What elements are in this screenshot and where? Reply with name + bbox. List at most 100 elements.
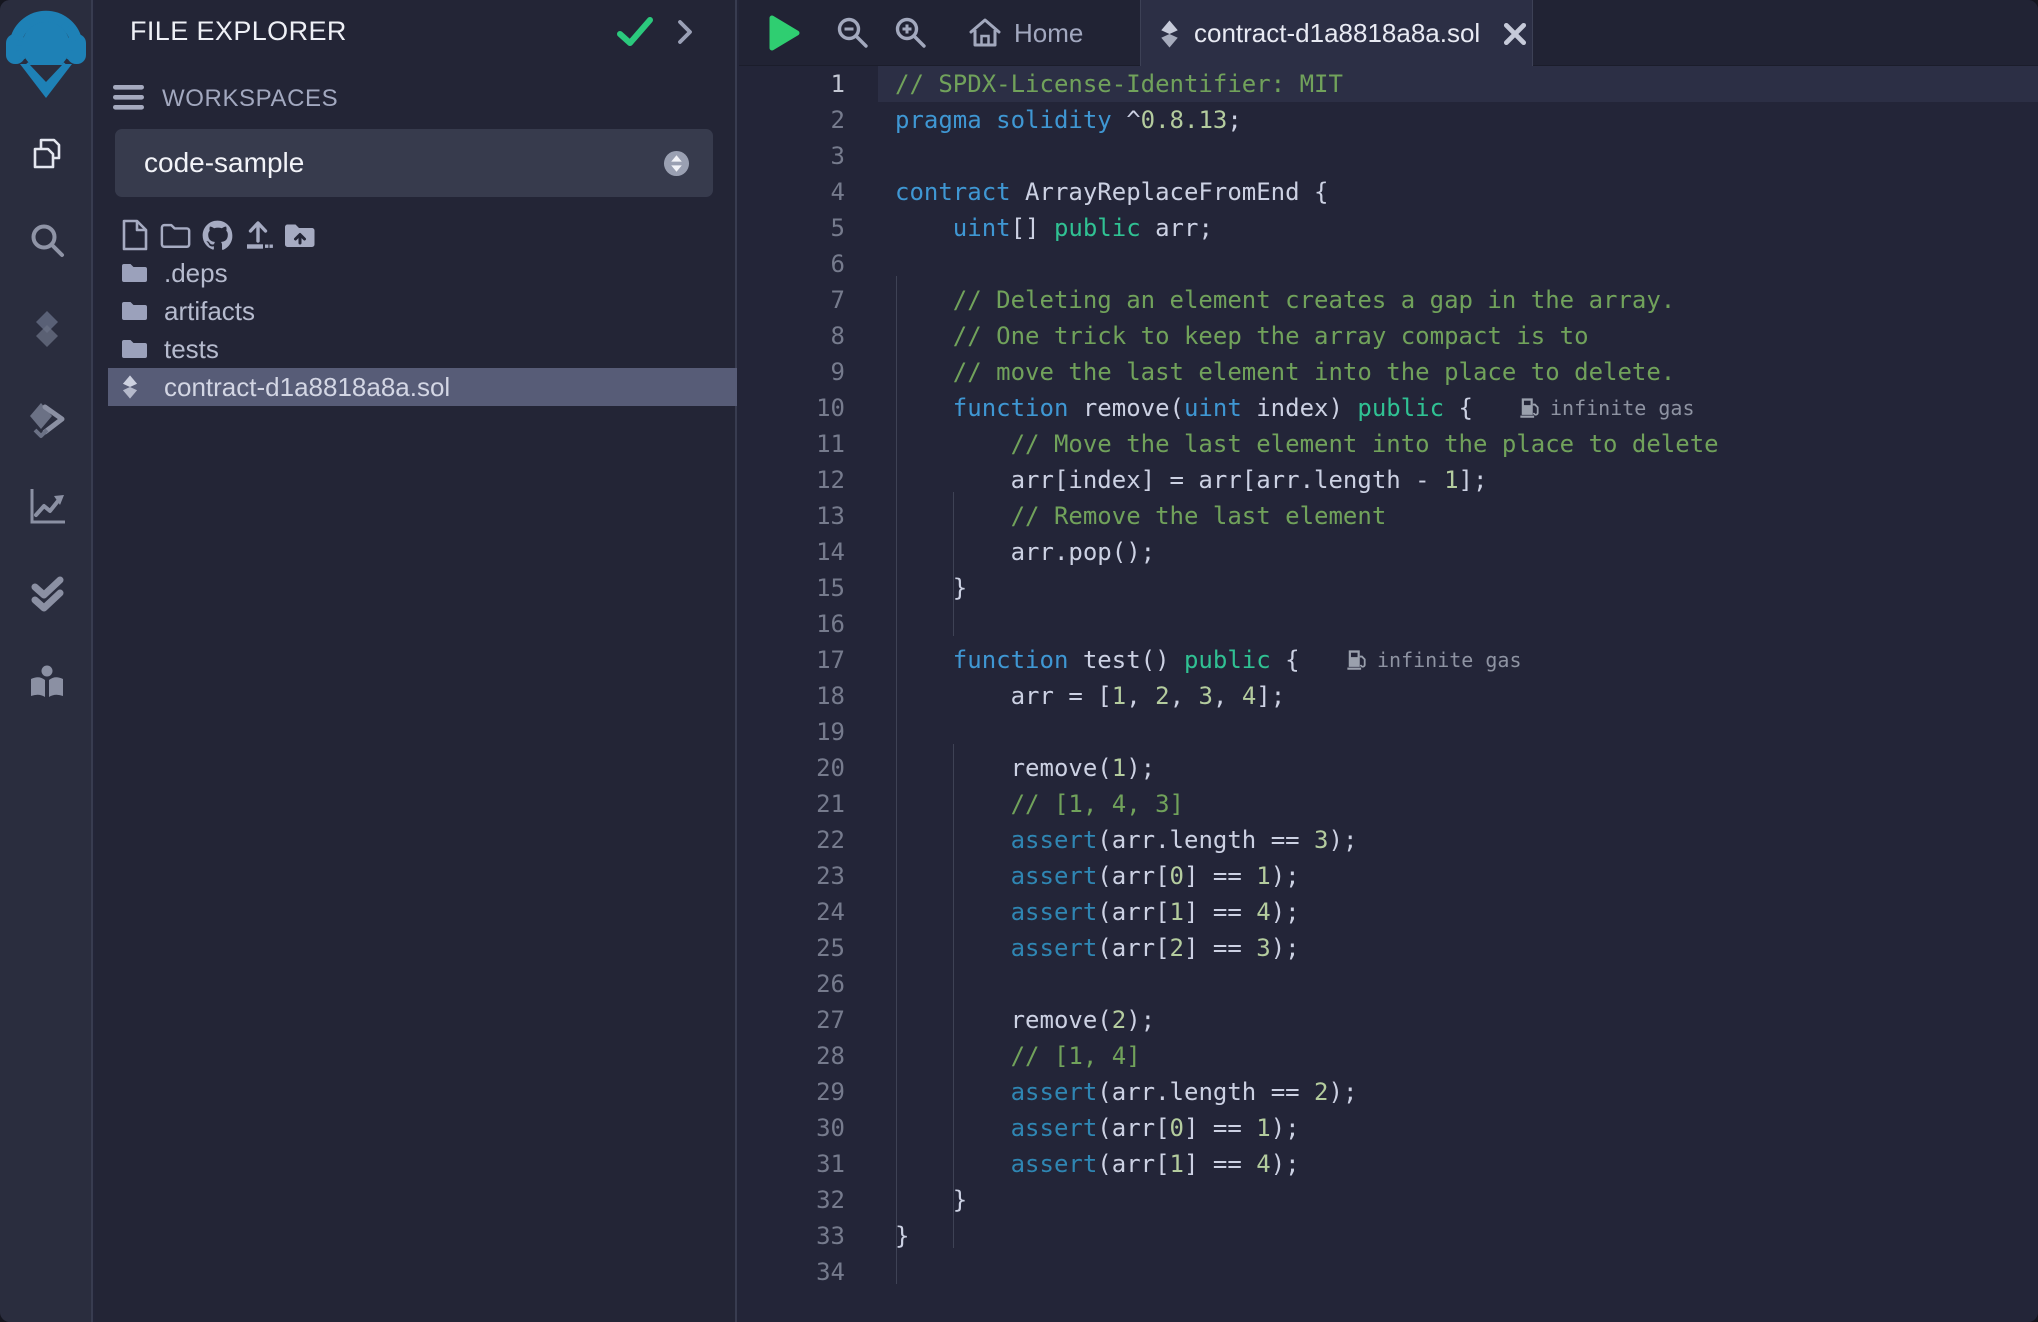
code-line[interactable]: } [895, 1218, 2038, 1254]
code-line[interactable] [895, 714, 2038, 750]
line-number: 22 [739, 822, 845, 858]
code-line[interactable]: uint[] public arr; [895, 210, 2038, 246]
code-line[interactable]: // [1, 4] [895, 1038, 2038, 1074]
line-number: 15 [739, 570, 845, 606]
code-line[interactable]: assert(arr[1] == 4); [895, 894, 2038, 930]
new-folder-icon[interactable] [160, 219, 192, 251]
code-line[interactable] [895, 966, 2038, 1002]
file-row[interactable]: contract-d1a8818a8a.sol [95, 368, 737, 406]
code-line[interactable]: // SPDX-License-Identifier: MIT [895, 66, 2038, 102]
search-icon [27, 222, 67, 262]
double-check-icon [27, 575, 67, 615]
line-number: 1 [739, 66, 845, 102]
icon-rail [0, 0, 93, 1322]
code-line[interactable]: // One trick to keep the array compact i… [895, 318, 2038, 354]
line-number: 28 [739, 1038, 845, 1074]
code-line[interactable]: // Move the last element into the place … [895, 426, 2038, 462]
line-number: 10 [739, 390, 845, 426]
workspace-select[interactable]: code-sample [115, 129, 713, 197]
code-line[interactable]: function remove(uint index) public { [895, 390, 2038, 426]
gas-pump-icon [1519, 396, 1541, 420]
sidebar-item-static-analysis[interactable] [0, 484, 93, 528]
solidity-file-icon [121, 375, 139, 399]
code-line[interactable]: remove(1); [895, 750, 2038, 786]
code-line[interactable]: assert(arr.length == 2); [895, 1074, 2038, 1110]
sidebar-item-unit-testing[interactable] [0, 573, 93, 617]
zoom-out-icon[interactable] [835, 16, 871, 52]
chart-icon [27, 486, 67, 526]
folder-row[interactable]: .deps [95, 254, 737, 292]
remix-logo-icon[interactable] [6, 8, 86, 102]
code-line[interactable]: contract ArrayReplaceFromEnd { [895, 174, 2038, 210]
code-line[interactable]: assert(arr[0] == 1); [895, 1110, 2038, 1146]
code-editor[interactable]: 1234567891011121314151617181920212223242… [739, 66, 2038, 1322]
code-line[interactable]: arr[index] = arr[arr.length - 1]; [895, 462, 2038, 498]
line-number: 33 [739, 1218, 845, 1254]
code-line[interactable] [895, 1254, 2038, 1290]
line-number: 4 [739, 174, 845, 210]
tab-contract-file[interactable]: contract-d1a8818a8a.sol [1140, 0, 1533, 67]
folder-name: .deps [164, 258, 228, 289]
code-line[interactable] [895, 138, 2038, 174]
solidity-compiler-icon [27, 309, 67, 349]
run-script-button[interactable] [767, 14, 801, 52]
solidity-file-icon [1159, 20, 1180, 48]
sidebar-item-solidity-compiler[interactable] [0, 307, 93, 351]
code-line[interactable]: arr.pop(); [895, 534, 2038, 570]
file-explorer-panel: FILE EXPLORER WORKSPACES code-sample [95, 0, 737, 1322]
workspaces-label: WORKSPACES [162, 85, 338, 113]
upload-file-icon[interactable] [242, 219, 274, 251]
code-line[interactable]: remove(2); [895, 1002, 2038, 1038]
code-line[interactable]: // Remove the last element [895, 498, 2038, 534]
folder-row[interactable]: artifacts [95, 292, 737, 330]
gas-estimate-annotation: infinite gas [1519, 390, 1695, 426]
upload-folder-icon[interactable] [283, 219, 315, 251]
close-icon[interactable] [1502, 21, 1528, 47]
line-number: 25 [739, 930, 845, 966]
line-number: 26 [739, 966, 845, 1002]
code-line[interactable]: assert(arr[2] == 3); [895, 930, 2038, 966]
line-number: 14 [739, 534, 845, 570]
line-number: 8 [739, 318, 845, 354]
sidebar-item-file-explorer[interactable] [0, 135, 93, 179]
code-line[interactable]: assert(arr[1] == 4); [895, 1146, 2038, 1182]
code-line[interactable]: } [895, 570, 2038, 606]
remix-ide-window: FILE EXPLORER WORKSPACES code-sample [0, 0, 2038, 1322]
chevron-right-icon[interactable] [675, 18, 695, 46]
code-line[interactable]: // Deleting an element creates a gap in … [895, 282, 2038, 318]
folder-icon [121, 300, 148, 322]
code-line[interactable]: // [1, 4, 3] [895, 786, 2038, 822]
workspaces-menu-icon[interactable] [113, 84, 145, 112]
code-line[interactable]: } [895, 1182, 2038, 1218]
github-icon[interactable] [201, 219, 233, 251]
tab-strip: Home contract-d1a8818a8a.sol [739, 0, 2038, 66]
code-line[interactable] [895, 606, 2038, 642]
line-number: 19 [739, 714, 845, 750]
gas-pump-icon [1346, 648, 1368, 672]
home-icon [968, 16, 1002, 50]
line-number: 21 [739, 786, 845, 822]
code-line[interactable]: assert(arr.length == 3); [895, 822, 2038, 858]
new-file-icon[interactable] [119, 219, 151, 251]
sidebar-item-learneth[interactable] [0, 661, 93, 705]
line-number: 18 [739, 678, 845, 714]
code-line[interactable]: pragma solidity ^0.8.13; [895, 102, 2038, 138]
line-number: 30 [739, 1110, 845, 1146]
sidebar-item-search[interactable] [0, 220, 93, 264]
folder-icon [121, 338, 148, 360]
code-line[interactable]: // move the last element into the place … [895, 354, 2038, 390]
code-line[interactable]: arr = [1, 2, 3, 4]; [895, 678, 2038, 714]
line-number: 7 [739, 282, 845, 318]
folder-name: tests [164, 334, 219, 365]
sidebar-item-deploy-and-run[interactable] [0, 397, 93, 441]
line-number: 31 [739, 1146, 845, 1182]
tab-home[interactable]: Home [952, 0, 1099, 66]
gas-estimate-label: infinite gas [1377, 642, 1522, 678]
tab-contract-file-label: contract-d1a8818a8a.sol [1194, 18, 1480, 49]
workspace-select-arrows-icon[interactable] [663, 150, 690, 177]
zoom-in-icon[interactable] [893, 16, 929, 52]
workspace-selected-value: code-sample [144, 147, 304, 179]
code-line[interactable] [895, 246, 2038, 282]
code-line[interactable]: assert(arr[0] == 1); [895, 858, 2038, 894]
folder-row[interactable]: tests [95, 330, 737, 368]
